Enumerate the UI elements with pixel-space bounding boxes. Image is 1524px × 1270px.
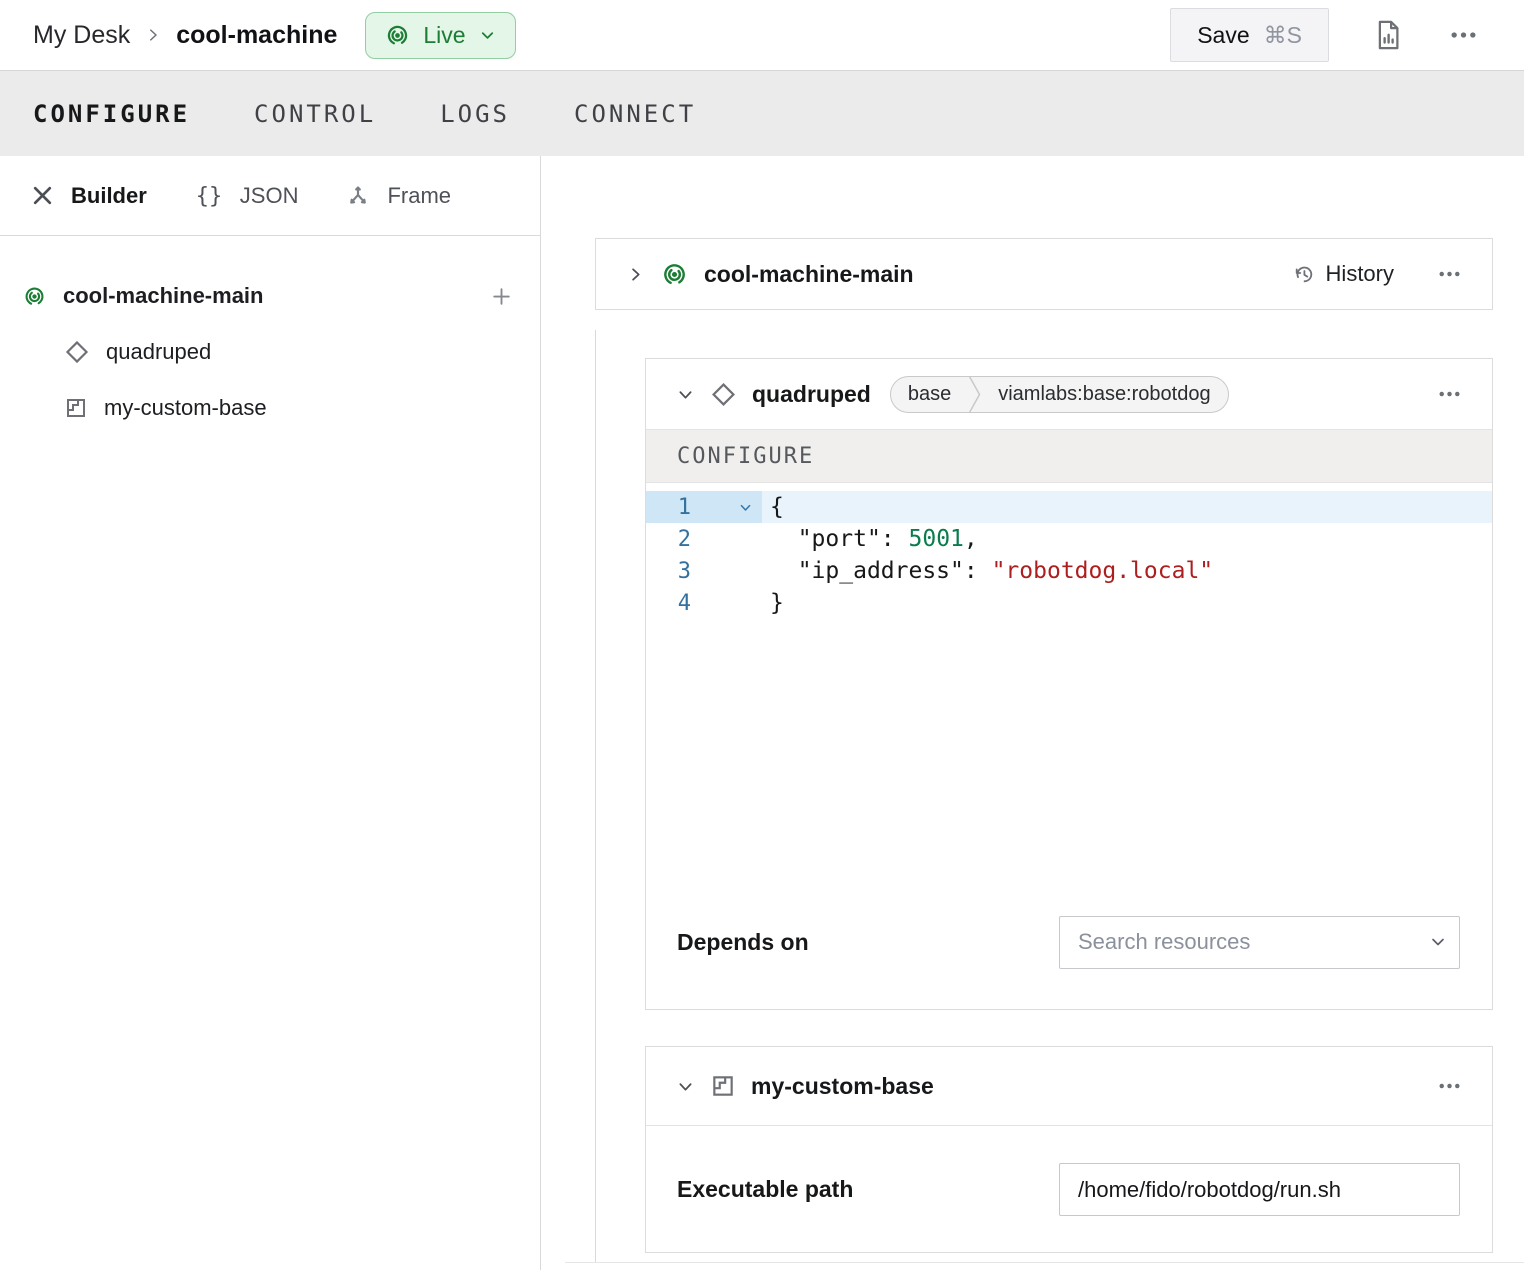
fold-chevron-icon: [738, 500, 753, 515]
tree-item-machine-part[interactable]: cool-machine-main: [0, 268, 540, 324]
my-custom-base-module-card: my-custom-base Executable path: [645, 1046, 1493, 1253]
ellipsis-icon: [1447, 23, 1480, 47]
machine-status-label: Live: [423, 22, 465, 49]
sidebar: Builder {} JSON Frame: [0, 156, 541, 1270]
tools-icon: [30, 183, 55, 208]
configure-content: Builder {} JSON Frame: [0, 156, 1524, 1270]
code-line: 1 {: [646, 491, 1492, 523]
component-card-title: quadruped: [752, 381, 871, 408]
breadcrumb-separator-icon: [144, 26, 162, 44]
module-card-collapse-button[interactable]: [676, 1077, 695, 1096]
app-window: My Desk cool-machine Live Save ⌘S: [0, 0, 1524, 1270]
tab-configure[interactable]: CONFIGURE: [33, 100, 190, 128]
history-button[interactable]: History: [1292, 261, 1394, 287]
badge-divider-icon: [968, 376, 981, 413]
module-icon: [64, 396, 88, 420]
machine-card-menu-button[interactable]: [1435, 264, 1464, 284]
mode-json[interactable]: {} JSON: [194, 183, 299, 209]
line-number: 2: [646, 527, 691, 552]
line-number: 3: [646, 559, 691, 584]
code-line: 4 }: [646, 587, 1492, 619]
add-resource-button[interactable]: [489, 284, 514, 309]
executable-path-row: Executable path: [646, 1126, 1492, 1253]
tree-item-my-custom-base[interactable]: my-custom-base: [0, 380, 540, 436]
component-icon: [710, 381, 737, 408]
code-line: 3 "ip_address": "robotdog.local": [646, 555, 1492, 587]
depends-on-label: Depends on: [677, 929, 809, 956]
code-fold-button[interactable]: [691, 500, 762, 515]
tab-connect[interactable]: CONNECT: [574, 100, 696, 128]
machine-card-expand-button[interactable]: [626, 265, 645, 284]
component-type: base: [891, 383, 968, 406]
plus-icon: [489, 284, 514, 309]
tree-item-quadruped[interactable]: quadruped: [0, 324, 540, 380]
config-mode-switcher: Builder {} JSON Frame: [0, 156, 540, 236]
component-type-badge: base viamlabs:base:robotdog: [890, 376, 1229, 413]
tree-indent-line: [595, 330, 596, 1262]
chevron-down-icon: [478, 26, 497, 45]
machine-part-icon: [22, 284, 47, 309]
component-card-menu-button[interactable]: [1435, 384, 1464, 404]
chevron-right-icon: [626, 265, 645, 284]
save-shortcut-hint: ⌘S: [1264, 22, 1302, 49]
line-number: 4: [646, 591, 691, 616]
resource-tree: cool-machine-main quadruped: [0, 236, 540, 436]
tab-control[interactable]: CONTROL: [254, 100, 376, 128]
chevron-down-icon: [676, 1077, 695, 1096]
ellipsis-icon: [1435, 1076, 1464, 1096]
tab-logs[interactable]: LOGS: [440, 100, 510, 128]
configure-section-header: CONFIGURE: [646, 430, 1492, 483]
svg-text:{}: {}: [196, 184, 223, 209]
executable-path-label: Executable path: [677, 1176, 853, 1203]
live-status-icon: [384, 22, 411, 49]
history-icon: [1292, 262, 1316, 286]
metrics-file-icon: [1373, 18, 1403, 52]
component-icon: [64, 339, 90, 365]
machine-tab-bar: CONFIGURE CONTROL LOGS CONNECT: [0, 70, 1524, 156]
mode-builder[interactable]: Builder: [30, 183, 147, 209]
mode-frame[interactable]: Frame: [345, 183, 451, 209]
code-line: 2 "port": 5001,: [646, 523, 1492, 555]
save-button[interactable]: Save ⌘S: [1170, 8, 1329, 62]
ellipsis-icon: [1435, 384, 1464, 404]
machine-status-dropdown[interactable]: Live: [365, 12, 515, 59]
breadcrumb-parent[interactable]: My Desk: [33, 21, 130, 50]
config-main-panel: cool-machine-main History: [541, 156, 1524, 1270]
breadcrumb-current: cool-machine: [176, 21, 337, 50]
line-number: 1: [646, 495, 691, 520]
header-actions: Save ⌘S: [1170, 8, 1480, 62]
module-card-menu-button[interactable]: [1435, 1076, 1464, 1096]
scroll-boundary-line: [565, 1262, 1524, 1263]
machine-part-card: cool-machine-main History: [595, 238, 1493, 310]
machine-part-icon: [660, 260, 689, 289]
chevron-down-icon: [676, 385, 695, 404]
machine-card-title: cool-machine-main: [704, 261, 914, 288]
depends-on-search-input[interactable]: [1059, 916, 1460, 969]
attributes-code-editor[interactable]: 1 { 2 "port": 5001, 3 "ip_addres: [646, 483, 1492, 875]
module-card-title: my-custom-base: [751, 1073, 934, 1100]
braces-icon: {}: [194, 183, 224, 209]
header: My Desk cool-machine Live Save ⌘S: [0, 0, 1524, 70]
frame-axes-icon: [345, 183, 371, 209]
quadruped-component-card: quadruped base viamlabs:base:robotdog CO…: [645, 358, 1493, 1010]
module-icon: [710, 1073, 736, 1099]
executable-path-input[interactable]: [1059, 1163, 1460, 1216]
component-model: viamlabs:base:robotdog: [981, 383, 1227, 406]
ellipsis-icon: [1435, 264, 1464, 284]
machine-metrics-button[interactable]: [1373, 18, 1403, 52]
depends-on-row: Depends on: [646, 875, 1492, 1009]
header-overflow-menu-button[interactable]: [1447, 23, 1480, 47]
component-card-collapse-button[interactable]: [676, 385, 695, 404]
